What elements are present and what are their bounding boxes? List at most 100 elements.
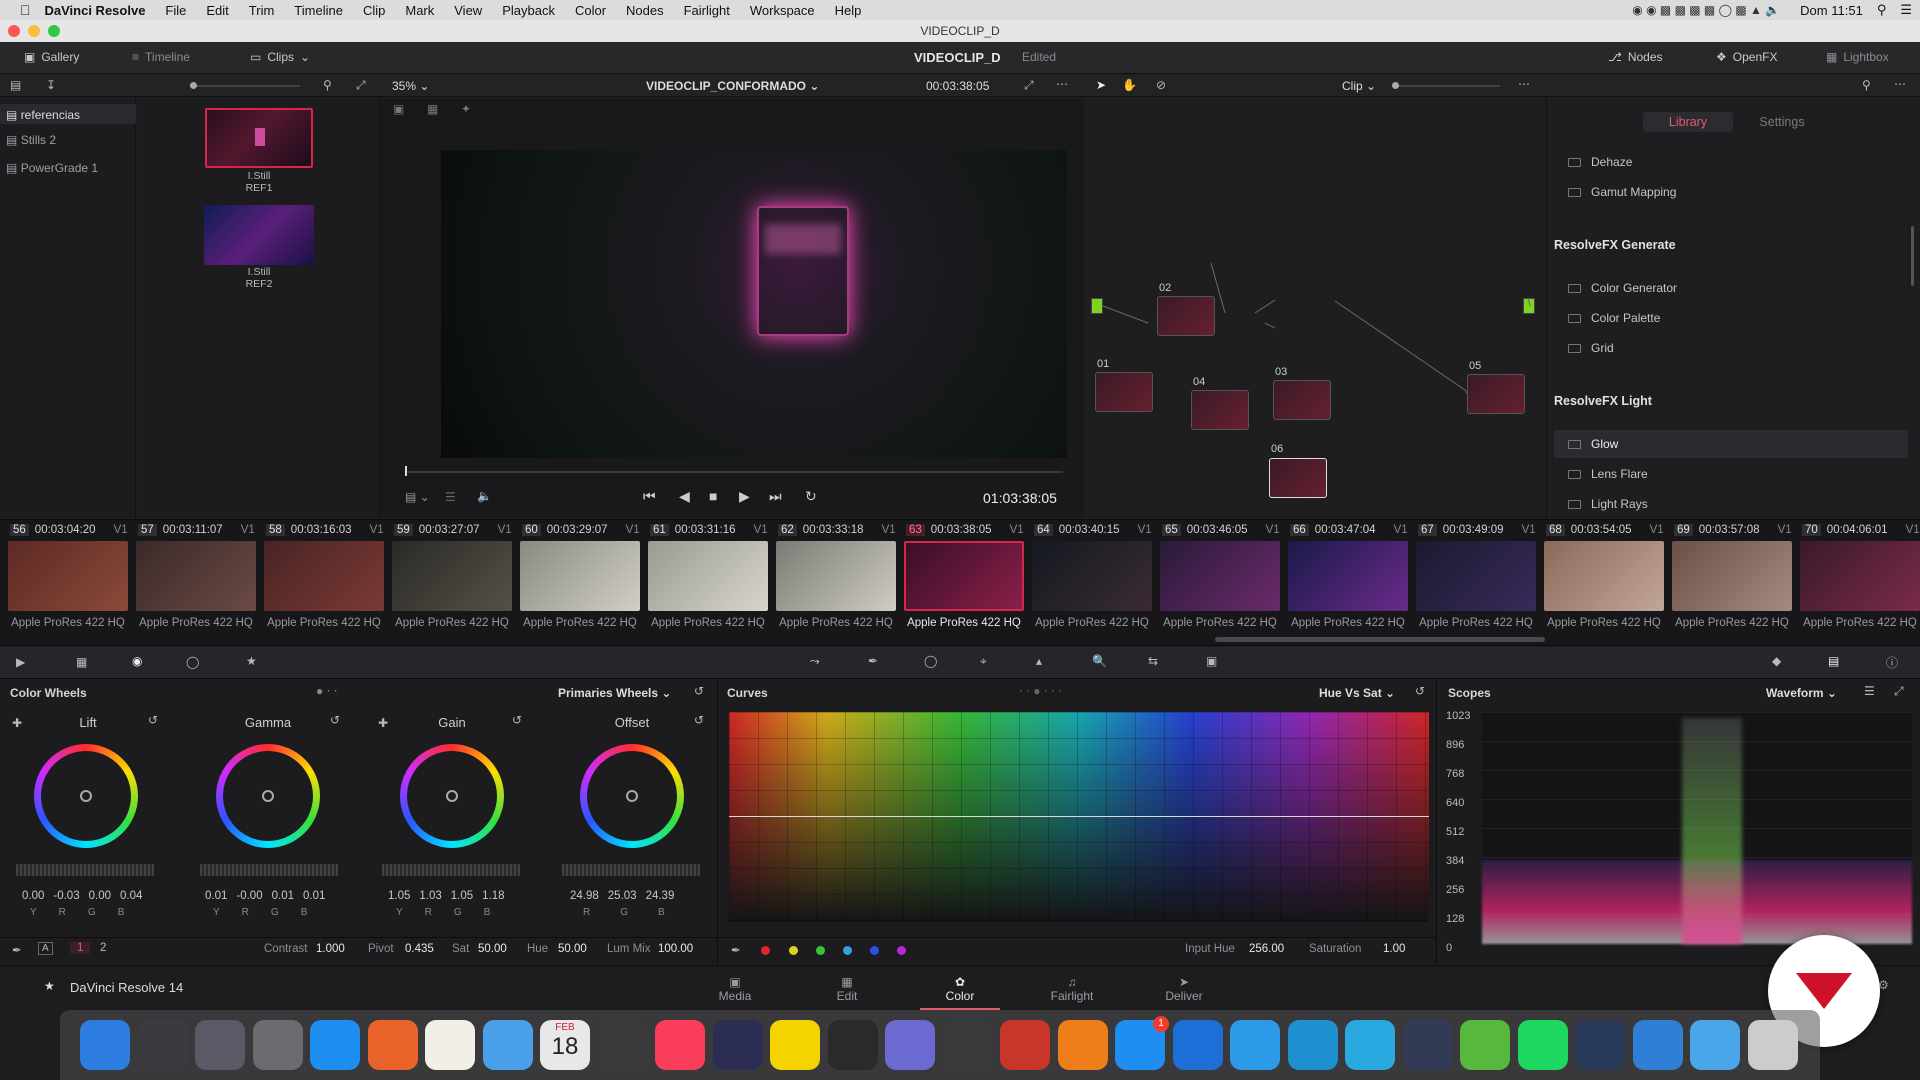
downloads-icon[interactable]	[1632, 1020, 1683, 1070]
color-wheels-icon[interactable]: ◉	[132, 654, 142, 668]
sidebar-toggle-icon[interactable]: ▤	[10, 78, 21, 92]
gamma-values[interactable]: 0.01 -0.00 0.01 0.01	[205, 890, 325, 902]
page-2-button[interactable]: 2	[100, 942, 106, 954]
menu-clip[interactable]: Clip	[363, 3, 385, 18]
gain-wheel-handle[interactable]	[446, 790, 458, 802]
clip-thumbnail[interactable]	[392, 541, 512, 611]
thumb-size-slider[interactable]	[190, 82, 300, 89]
page-deliver[interactable]: ➤ Deliver	[1144, 975, 1224, 1003]
clip-thumbnail[interactable]	[520, 541, 640, 611]
curves-mode-select[interactable]: Hue Vs Sat ⌄	[1319, 686, 1395, 700]
lift-wheel-handle[interactable]	[80, 790, 92, 802]
bypass-icon[interactable]: ⊘	[1156, 78, 1166, 92]
menu-help[interactable]: Help	[835, 3, 862, 18]
fx-grid[interactable]: Grid	[1568, 334, 1908, 362]
viewer-grid-icon[interactable]: ▦	[427, 102, 438, 116]
key-icon[interactable]: 🔍	[1092, 654, 1107, 668]
page-1-button[interactable]: 1	[70, 942, 91, 954]
gain-master-slider[interactable]	[382, 864, 520, 876]
offset-wheel[interactable]	[580, 744, 684, 848]
music-icon[interactable]	[655, 1020, 705, 1070]
timeline-button[interactable]: ≡ Timeline	[132, 50, 190, 64]
saturation-input[interactable]: 1.00	[1383, 943, 1405, 955]
node-options-icon[interactable]: ⋯	[1518, 77, 1530, 91]
library-options-icon[interactable]: ⋯	[1894, 77, 1906, 91]
nodes-button[interactable]: ⎇ Nodes	[1608, 50, 1663, 64]
clip-thumbnail[interactable]	[1672, 541, 1792, 611]
still-ref1[interactable]	[205, 108, 313, 168]
node-02[interactable]	[1157, 296, 1215, 336]
menu-fairlight[interactable]: Fairlight	[684, 3, 730, 18]
maximize-window-button[interactable]	[48, 25, 60, 37]
3d-icon[interactable]: ▣	[1206, 654, 1217, 668]
library-search-icon[interactable]: ⚲	[1862, 78, 1871, 92]
menu-edit[interactable]: Edit	[206, 3, 228, 18]
clip-thumbnail[interactable]	[136, 541, 256, 611]
curves-picker-icon[interactable]: ✒	[731, 943, 741, 957]
firefox-icon[interactable]	[367, 1020, 418, 1070]
safari-icon[interactable]	[310, 1020, 360, 1070]
menu-trim[interactable]: Trim	[249, 3, 275, 18]
page-color[interactable]: ✿ Color	[920, 975, 1000, 1010]
quicktime-icon[interactable]	[1172, 1020, 1223, 1070]
fx-lens-flare[interactable]: Lens Flare	[1568, 460, 1908, 488]
offset-reset-icon[interactable]: ↺	[694, 713, 704, 727]
still-ref2[interactable]	[204, 205, 314, 265]
clip-thumbnail[interactable]	[1416, 541, 1536, 611]
davinci-resolve-icon[interactable]	[712, 1020, 763, 1070]
menu-app[interactable]: DaVinci Resolve	[45, 3, 146, 18]
tab-library[interactable]: Library	[1643, 112, 1733, 132]
scope-expand-icon[interactable]: ⤢	[1894, 684, 1904, 699]
fx-glow[interactable]: Glow	[1554, 430, 1908, 458]
volume-icon[interactable]: 🔈	[477, 489, 492, 503]
hue-input[interactable]: 50.00	[558, 943, 587, 955]
sizing-icon[interactable]: ⇆	[1148, 654, 1158, 668]
fit-icon[interactable]: ⤢	[356, 78, 366, 93]
nuke-icon[interactable]	[770, 1020, 820, 1070]
node-04[interactable]	[1191, 390, 1249, 430]
curves-page-dots[interactable]: ⋅ ⋅ ● ⋅ ⋅ ⋅	[1019, 684, 1062, 698]
lift-master-slider[interactable]	[16, 864, 154, 876]
album-stills-2[interactable]: ▤ Stills 2	[6, 133, 56, 147]
stop-button[interactable]: ■	[709, 488, 717, 504]
hue-dot-red[interactable]	[761, 946, 770, 955]
teamviewer-icon[interactable]	[1345, 1020, 1395, 1070]
menu-nodes[interactable]: Nodes	[626, 3, 664, 18]
color-match-icon[interactable]: ▦	[76, 655, 87, 669]
final-cut-icon[interactable]	[885, 1020, 935, 1070]
node-zoom-slider[interactable]	[1392, 82, 1500, 89]
clip-strip-scrollbar[interactable]	[1215, 637, 1545, 642]
menu-workspace[interactable]: Workspace	[750, 3, 815, 18]
hue-vs-sat-graph[interactable]	[729, 712, 1429, 922]
clip-thumbnail[interactable]	[1032, 541, 1152, 611]
album-referencias[interactable]: ▤ referencias	[0, 104, 136, 124]
clapper-icon[interactable]	[942, 1020, 993, 1070]
sat-input[interactable]: 50.00	[478, 943, 507, 955]
close-window-button[interactable]	[8, 25, 20, 37]
library-scrollbar[interactable]	[1911, 226, 1914, 286]
pivot-input[interactable]: 0.435	[405, 943, 434, 955]
lift-wheel[interactable]	[34, 744, 138, 848]
lightbox-button[interactable]: ▦ Lightbox	[1826, 50, 1889, 64]
node-03[interactable]	[1273, 380, 1331, 420]
finder-icon[interactable]	[80, 1020, 130, 1070]
clip-mode-select[interactable]: Clip ⌄	[1342, 79, 1376, 93]
system-preferences-icon[interactable]	[252, 1020, 303, 1070]
clip-thumbnail[interactable]	[264, 541, 384, 611]
openfx-button[interactable]: ❖ OpenFX	[1716, 50, 1777, 64]
disk-utility-icon[interactable]	[597, 1020, 648, 1070]
reset-all-icon[interactable]: ↺	[694, 684, 704, 698]
tracker-icon[interactable]: ⌖	[980, 654, 987, 669]
curve-line[interactable]	[729, 816, 1429, 817]
primaries-mode-select[interactable]: Primaries Wheels ⌄	[558, 686, 671, 700]
skip-end-button[interactable]: ⏭	[769, 488, 782, 505]
terminal-icon[interactable]	[827, 1020, 878, 1070]
fx-gamut-mapping[interactable]: Gamut Mapping	[1568, 178, 1908, 206]
scope-settings-icon[interactable]: ☰	[1864, 684, 1875, 698]
pointer-icon[interactable]: ➤	[1096, 78, 1106, 92]
menu-mark[interactable]: Mark	[405, 3, 434, 18]
clip-thumbnail[interactable]	[776, 541, 896, 611]
video-app-icon[interactable]	[1402, 1020, 1453, 1070]
hue-dot-green[interactable]	[816, 946, 825, 955]
vlc-icon[interactable]	[1057, 1020, 1108, 1070]
